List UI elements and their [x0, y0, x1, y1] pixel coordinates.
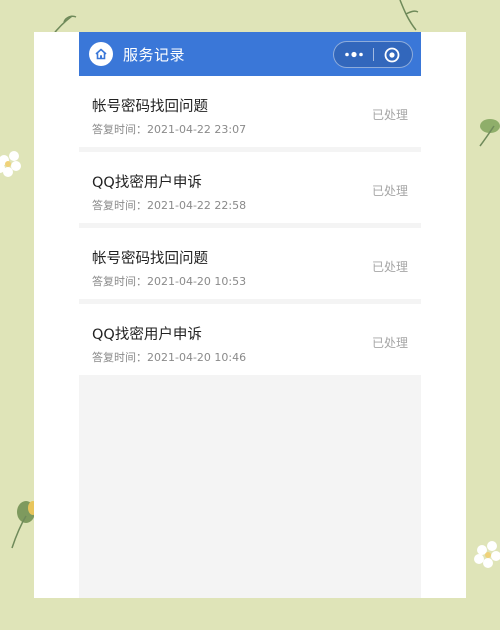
- record-item[interactable]: QQ找密用户申诉 答复时间：2021-04-22 22:58 已处理: [79, 152, 421, 223]
- record-time-label: 答复时间：: [92, 275, 147, 288]
- nav-bar: 服务记录: [79, 32, 421, 76]
- record-time-value: 2021-04-22 22:58: [147, 199, 247, 212]
- flower-decoration-left: [0, 151, 21, 177]
- record-time: 答复时间：2021-04-22 23:07: [92, 121, 246, 137]
- record-list: 帐号密码找回问题 答复时间：2021-04-22 23:07 已处理 QQ找密用…: [79, 76, 421, 380]
- capsule-divider: [373, 48, 374, 61]
- record-time: 答复时间：2021-04-20 10:46: [92, 349, 246, 365]
- leaf-decoration-right: [479, 119, 500, 147]
- record-status: 已处理: [371, 336, 408, 350]
- record-title: QQ找密用户申诉: [92, 327, 202, 343]
- record-item[interactable]: 帐号密码找回问题 答复时间：2021-04-22 23:07 已处理: [79, 76, 421, 147]
- miniprogram-screen: 服务记录 帐号密码找回问题 答复时间：2021-04-22 23:07 已处理 …: [79, 32, 421, 598]
- flower-decoration-right: [474, 541, 500, 568]
- record-time-value: 2021-04-20 10:46: [147, 351, 247, 364]
- record-title: 帐号密码找回问题: [92, 99, 208, 115]
- record-time-label: 答复时间：: [92, 123, 147, 136]
- home-button[interactable]: [89, 42, 113, 66]
- record-time-label: 答复时间：: [92, 199, 147, 212]
- capsule-menu: [333, 41, 413, 68]
- record-time-value: 2021-04-22 23:07: [147, 123, 247, 136]
- record-title: QQ找密用户申诉: [92, 175, 202, 191]
- record-time-value: 2021-04-20 10:53: [147, 275, 247, 288]
- record-time: 答复时间：2021-04-22 22:58: [92, 197, 246, 213]
- record-status: 已处理: [371, 108, 408, 122]
- home-icon: [95, 48, 107, 60]
- record-status: 已处理: [371, 184, 408, 198]
- page-title: 服务记录: [123, 46, 186, 64]
- record-title: 帐号密码找回问题: [92, 251, 208, 267]
- record-status: 已处理: [371, 260, 408, 274]
- record-item[interactable]: 帐号密码找回问题 答复时间：2021-04-20 10:53 已处理: [79, 228, 421, 299]
- record-item[interactable]: QQ找密用户申诉 答复时间：2021-04-20 10:46 已处理: [79, 304, 421, 375]
- target-close-icon[interactable]: [383, 46, 401, 64]
- more-dots-icon[interactable]: [342, 47, 366, 62]
- record-time: 答复时间：2021-04-20 10:53: [92, 273, 246, 289]
- record-time-label: 答复时间：: [92, 351, 147, 364]
- twig-decoration: [399, 0, 419, 31]
